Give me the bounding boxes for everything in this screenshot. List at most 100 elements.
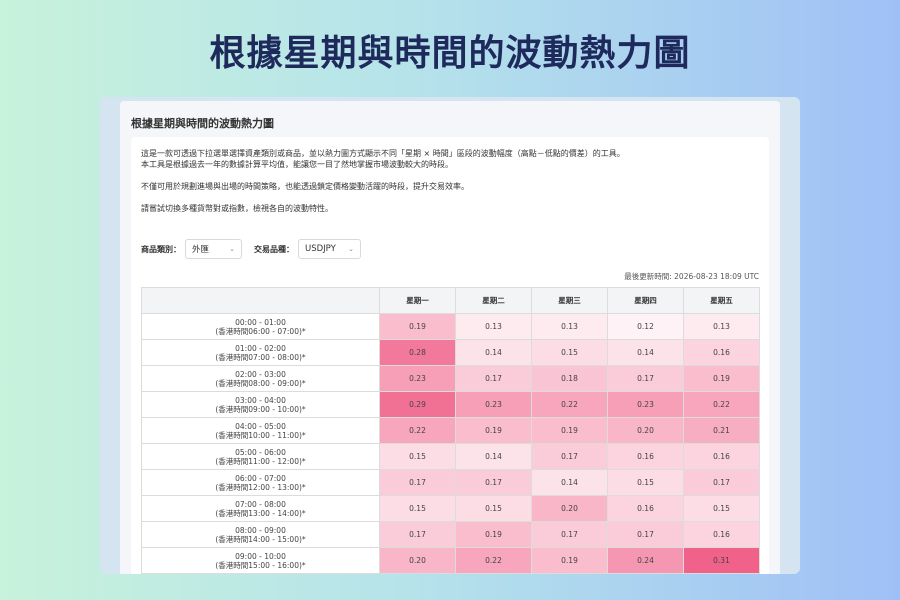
table-row: 05:00 - 06:00 (香港時間11:00 - 12:00)* 0.15 0.1… — [141, 443, 760, 470]
heat-cell: 0.17 — [531, 521, 608, 548]
time-cell: 00:00 - 01:00 (香港時間06:00 - 07:00)* — [141, 313, 380, 340]
time-range: 04:00 - 05:00 — [235, 421, 286, 431]
time-range: 05:00 - 06:00 — [235, 447, 286, 457]
time-cell: 08:00 - 09:00 (香港時間14:00 - 15:00)* — [141, 521, 380, 548]
heat-cell: 0.16 — [683, 443, 760, 470]
category-select[interactable]: 外匯 ⌄ — [185, 239, 242, 259]
hk-time-range: (香港時間12:00 - 13:00)* — [215, 482, 306, 492]
tool-panel: 根據星期與時間的波動熱力圖 這是一款可透過下拉選單選擇資產類別或商品，並以熱力圖… — [120, 101, 780, 574]
chevron-down-icon: ⌄ — [229, 245, 235, 253]
heat-cell: 0.17 — [531, 443, 608, 470]
table-row: 09:00 - 10:00 (香港時間15:00 - 16:00)* 0.20 0.2… — [141, 547, 760, 574]
time-cell: 02:00 - 03:00 (香港時間08:00 - 09:00)* — [141, 365, 380, 392]
heat-cell: 0.20 — [531, 495, 608, 522]
heatmap-table: 星期一 星期二 星期三 星期四 星期五 00:00 - 01:00 (香港時間06… — [141, 287, 760, 574]
hk-time-range: (香港時間07:00 - 08:00)* — [215, 352, 306, 362]
time-cell: 05:00 - 06:00 (香港時間11:00 - 12:00)* — [141, 443, 380, 470]
category-label: 商品類別： — [141, 244, 181, 254]
time-cell: 01:00 - 02:00 (香港時間07:00 - 08:00)* — [141, 339, 380, 366]
heat-cell: 0.24 — [607, 547, 684, 574]
time-range: 09:00 - 10:00 — [235, 551, 286, 561]
corner-cell — [141, 287, 380, 314]
time-cell: 03:00 - 04:00 (香港時間09:00 - 10:00)* — [141, 391, 380, 418]
time-range: 07:00 - 08:00 — [235, 499, 286, 509]
heat-cell: 0.23 — [379, 365, 456, 392]
heat-cell: 0.18 — [531, 365, 608, 392]
table-row: 08:00 - 09:00 (香港時間14:00 - 15:00)* 0.17 0.1… — [141, 521, 760, 548]
hk-time-range: (香港時間08:00 - 09:00)* — [215, 378, 306, 388]
hk-time-range: (香港時間10:00 - 11:00)* — [215, 430, 306, 440]
heat-cell: 0.21 — [683, 417, 760, 444]
heat-cell: 0.22 — [683, 391, 760, 418]
heat-cell: 0.16 — [683, 521, 760, 548]
description-line: 請嘗試切換多種貨幣對或指數，檢視各自的波動特性。 — [141, 204, 333, 213]
time-cell: 04:00 - 05:00 (香港時間10:00 - 11:00)* — [141, 417, 380, 444]
description-gap — [141, 170, 761, 181]
hk-time-range: (香港時間09:00 - 10:00)* — [215, 404, 306, 414]
heat-cell: 0.19 — [531, 547, 608, 574]
heat-cell: 0.15 — [379, 495, 456, 522]
heat-cell: 0.23 — [607, 391, 684, 418]
time-cell: 09:00 - 10:00 (香港時間15:00 - 16:00)* — [141, 547, 380, 574]
instrument-value: USDJPY — [305, 244, 336, 254]
hk-time-range: (香港時間14:00 - 15:00)* — [215, 534, 306, 544]
last-updated: 最後更新時間: 2026-08-23 18:09 UTC — [624, 272, 759, 281]
heat-cell: 0.14 — [607, 339, 684, 366]
heat-cell: 0.15 — [607, 469, 684, 496]
description: 這是一款可透過下拉選單選擇資產類別或商品，並以熱力圖方式顯示不同「星期 × 時間… — [141, 148, 761, 214]
header-row: 星期一 星期二 星期三 星期四 星期五 — [141, 287, 760, 314]
heat-cell: 0.19 — [683, 365, 760, 392]
heat-cell: 0.12 — [607, 313, 684, 340]
heat-cell: 0.19 — [531, 417, 608, 444]
time-range: 03:00 - 04:00 — [235, 395, 286, 405]
heat-cell: 0.22 — [531, 391, 608, 418]
hk-time-range: (香港時間15:00 - 16:00)* — [215, 560, 306, 570]
heat-cell: 0.20 — [379, 547, 456, 574]
heat-cell: 0.14 — [531, 469, 608, 496]
category-value: 外匯 — [192, 245, 210, 255]
heat-cell: 0.13 — [683, 313, 760, 340]
description-gap — [141, 192, 761, 203]
table-row: 07:00 - 08:00 (香港時間13:00 - 14:00)* 0.15 0.1… — [141, 495, 760, 522]
hk-time-range: (香港時間13:00 - 14:00)* — [215, 508, 306, 518]
instrument-label: 交易品種： — [254, 244, 294, 254]
heat-cell: 0.15 — [531, 339, 608, 366]
filter-bar: 商品類別： 外匯 ⌄ 交易品種： USDJPY ⌄ — [141, 237, 361, 261]
heat-cell: 0.13 — [455, 313, 532, 340]
table-row: 06:00 - 07:00 (香港時間12:00 - 13:00)* 0.17 0.1… — [141, 469, 760, 496]
instrument-select[interactable]: USDJPY ⌄ — [298, 239, 361, 259]
description-line: 不僅可用於規劃進場與出場的時間策略，也能透過鎖定價格變動活躍的時段，提升交易效率… — [141, 182, 469, 191]
page-headline: 根據星期與時間的波動熱力圖 — [209, 33, 691, 74]
time-cell: 07:00 - 08:00 (香港時間13:00 - 14:00)* — [141, 495, 380, 522]
time-cell: 06:00 - 07:00 (香港時間12:00 - 13:00)* — [141, 469, 380, 496]
table-row: 00:00 - 01:00 (香港時間06:00 - 07:00)* 0.19 0.1… — [141, 313, 760, 340]
heat-cell: 0.14 — [455, 443, 532, 470]
day-header: 星期三 — [531, 287, 608, 314]
heat-cell: 0.19 — [455, 417, 532, 444]
time-range: 01:00 - 02:00 — [235, 343, 286, 353]
table-row: 04:00 - 05:00 (香港時間10:00 - 11:00)* 0.22 0.1… — [141, 417, 760, 444]
chevron-down-icon: ⌄ — [348, 245, 354, 253]
heat-cell: 0.17 — [607, 521, 684, 548]
heat-cell: 0.16 — [607, 443, 684, 470]
time-range: 08:00 - 09:00 — [235, 525, 286, 535]
time-range: 06:00 - 07:00 — [235, 473, 286, 483]
heat-cell: 0.19 — [379, 313, 456, 340]
table-row: 03:00 - 04:00 (香港時間09:00 - 10:00)* 0.29 0.2… — [141, 391, 760, 418]
panel-title: 根據星期與時間的波動熱力圖 — [131, 117, 274, 130]
day-header: 星期四 — [607, 287, 684, 314]
heat-cell: 0.13 — [531, 313, 608, 340]
day-header: 星期一 — [379, 287, 456, 314]
heat-cell: 0.15 — [683, 495, 760, 522]
heat-cell: 0.16 — [683, 339, 760, 366]
day-header: 星期二 — [455, 287, 532, 314]
table-row: 01:00 - 02:00 (香港時間07:00 - 08:00)* 0.28 0.1… — [141, 339, 760, 366]
description-line: 本工具是根據過去一年的數據計算平均值，能讓您一目了然地掌握市場波動較大的時段。 — [141, 160, 453, 169]
heat-cell: 0.17 — [683, 469, 760, 496]
heat-cell: 0.29 — [379, 391, 456, 418]
heat-cell: 0.15 — [455, 495, 532, 522]
heat-cell: 0.23 — [455, 391, 532, 418]
heat-cell: 0.16 — [607, 495, 684, 522]
hk-time-range: (香港時間11:00 - 12:00)* — [215, 456, 306, 466]
time-range: 00:00 - 01:00 — [235, 317, 286, 327]
